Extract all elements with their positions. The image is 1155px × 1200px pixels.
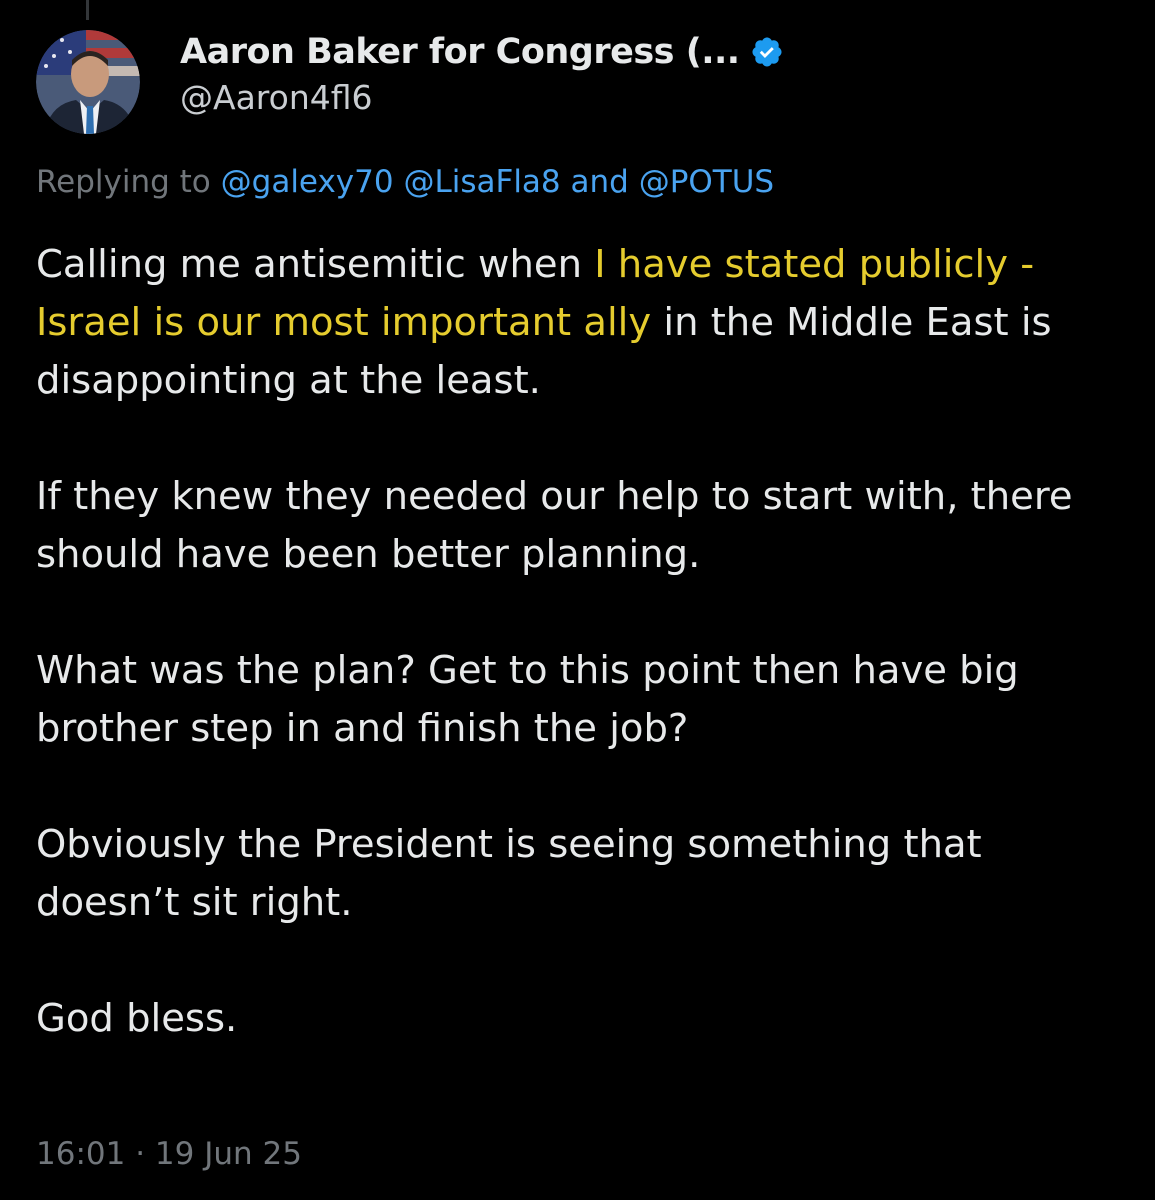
replying-and: and <box>570 164 629 200</box>
tweet-paragraph: Obviously the President is seeing someth… <box>36 822 982 925</box>
replying-to-line: Replying to @galexy70 @LisaFla8 and @POT… <box>36 164 774 200</box>
tweet-timestamp[interactable]: 16:01 · 19 Jun 25 <box>36 1136 302 1172</box>
mention-link[interactable]: @POTUS <box>639 164 774 200</box>
tweet-paragraph: What was the plan? Get to this point the… <box>36 648 1019 751</box>
author-names: Aaron Baker for Congress (... @Aaron4fl6 <box>180 32 784 117</box>
paragraph-text: Calling me antisemitic when <box>36 242 595 287</box>
display-name[interactable]: Aaron Baker for Congress (... <box>180 32 740 72</box>
tweet-paragraph: Calling me antisemitic when I have state… <box>36 236 1126 410</box>
tweet-header: Aaron Baker for Congress (... @Aaron4fl6 <box>36 30 784 134</box>
replying-prefix: Replying to <box>36 164 211 200</box>
tweet-body: Calling me antisemitic when I have state… <box>36 236 1126 1048</box>
name-row: Aaron Baker for Congress (... <box>180 32 784 72</box>
handle[interactable]: @Aaron4fl6 <box>180 78 784 117</box>
tweet-paragraph: God bless. <box>36 996 238 1041</box>
mention-link[interactable]: @LisaFla8 <box>403 164 560 200</box>
verified-badge-icon <box>750 35 784 69</box>
thread-connector-line <box>86 0 89 20</box>
avatar[interactable] <box>36 30 140 134</box>
tweet-paragraph: If they knew they needed our help to sta… <box>36 474 1073 577</box>
mention-link[interactable]: @galexy70 <box>221 164 394 200</box>
